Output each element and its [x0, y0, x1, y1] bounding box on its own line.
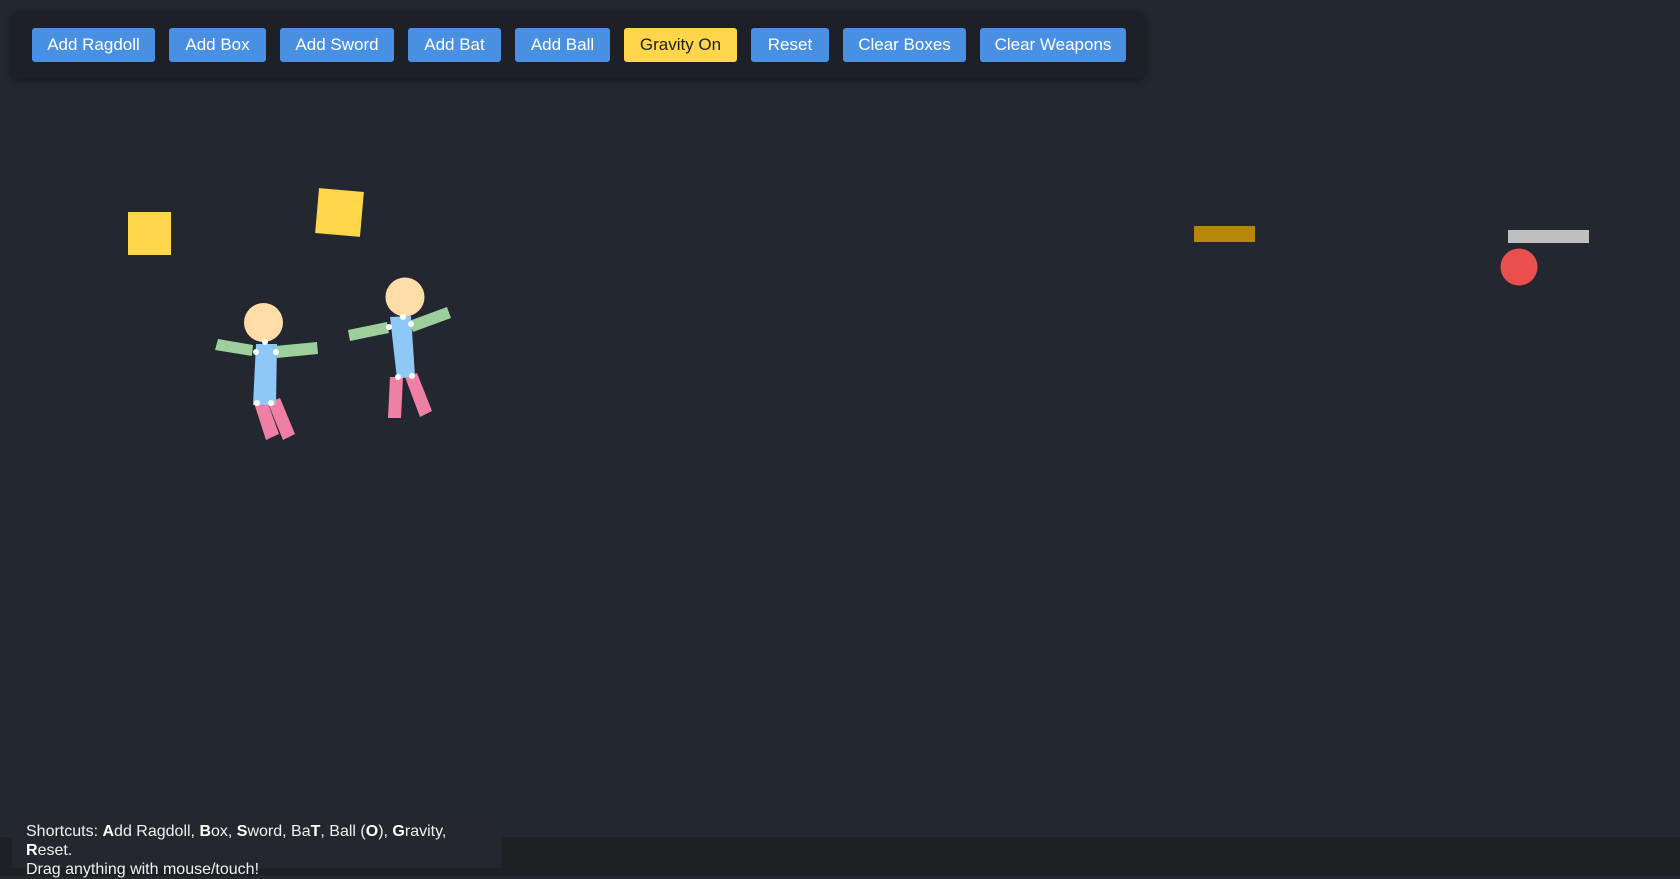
- ragdoll[interactable]: [348, 277, 451, 419]
- box[interactable]: [315, 188, 364, 237]
- ragdoll-right-leg[interactable]: [405, 373, 432, 417]
- hint-key: A: [102, 823, 115, 840]
- ragdoll-joint: [254, 400, 260, 406]
- hint-text: ),: [378, 823, 393, 840]
- ragdoll-joint: [262, 339, 268, 345]
- ragdoll-left-arm[interactable]: [215, 339, 253, 356]
- drag-hint: Drag anything with mouse/touch!: [26, 861, 260, 878]
- ragdoll-joint: [400, 314, 406, 320]
- hint-text: ox,: [211, 823, 237, 840]
- hint-text: , Ball (: [320, 823, 366, 840]
- ragdoll-left-arm[interactable]: [348, 322, 389, 341]
- shortcuts-hint: Shortcuts: Add Ragdoll, Box, Sword, BaT,…: [12, 818, 501, 878]
- ragdoll-right-arm[interactable]: [275, 342, 318, 358]
- shortcuts-line: Shortcuts: Add Ragdoll, Box, Sword, BaT,…: [26, 822, 487, 860]
- ragdoll-joint: [386, 324, 392, 330]
- hint-key: G: [392, 823, 405, 840]
- ragdoll-joint: [408, 321, 414, 327]
- hint-text: eset.: [37, 842, 73, 859]
- ragdoll-joint: [395, 374, 401, 380]
- hint-text: word, Ba: [247, 823, 311, 840]
- ragdoll-head[interactable]: [244, 303, 283, 342]
- hint-key: B: [199, 823, 211, 840]
- ragdoll[interactable]: [215, 300, 318, 440]
- hint-key: T: [310, 823, 321, 840]
- ragdoll-head[interactable]: [385, 277, 425, 317]
- sword[interactable]: [1508, 230, 1589, 243]
- physics-canvas[interactable]: [0, 0, 1680, 876]
- ragdoll-joint: [273, 349, 279, 355]
- hint-text: ravity,: [404, 823, 447, 840]
- hint-text: dd Ragdoll,: [114, 823, 200, 840]
- bat[interactable]: [1194, 226, 1255, 242]
- hint-prefix: Shortcuts:: [26, 823, 103, 840]
- hint-key: O: [365, 823, 379, 840]
- ragdoll-left-leg[interactable]: [388, 377, 403, 418]
- hint-key: R: [26, 842, 38, 859]
- ragdoll-joint: [253, 349, 259, 355]
- box[interactable]: [128, 212, 171, 255]
- ragdoll-joint: [409, 373, 415, 379]
- ball[interactable]: [1500, 248, 1538, 286]
- hint-key: S: [236, 823, 248, 840]
- ragdoll-joint: [268, 400, 274, 406]
